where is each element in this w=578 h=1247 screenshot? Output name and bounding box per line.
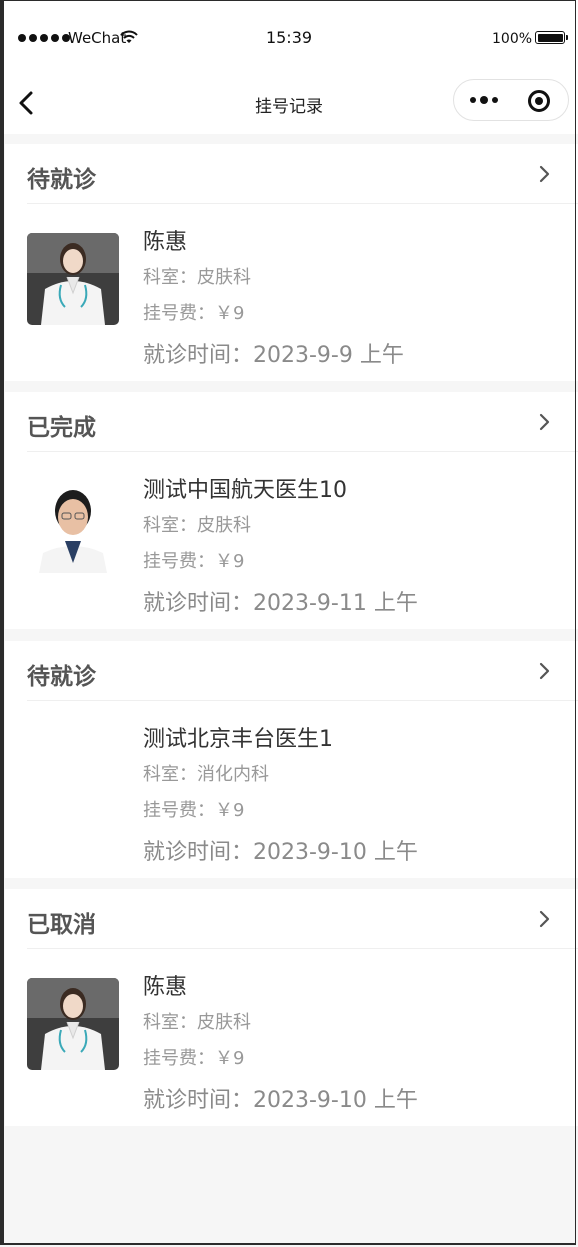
doctor-name: 测试北京丰台医生1 (143, 727, 333, 752)
record-header[interactable]: 待就诊 (5, 641, 578, 701)
doctor-name: 测试中国航天医生10 (143, 478, 347, 503)
registration-fee: 挂号费：￥9 (143, 551, 245, 572)
status-bar: WeChat 15:39 100% (0, 0, 578, 72)
record-header[interactable]: 已取消 (5, 889, 578, 949)
visit-time: 就诊时间：2023-9-9 上午 (143, 343, 404, 368)
record-status: 已取消 (27, 912, 96, 938)
more-dots-icon[interactable] (466, 90, 502, 110)
capsule-close-icon[interactable] (528, 90, 550, 112)
top-bar: WeChat 15:39 100% 挂号记录 (0, 0, 578, 134)
chevron-right-icon (539, 662, 550, 680)
doctor-name: 陈惠 (143, 230, 188, 255)
record-card[interactable]: 已取消 陈惠 科室：皮肤科 挂号费：￥9 就诊时间：2023-9-10 上午 (5, 889, 578, 1126)
doctor-avatar (27, 233, 119, 325)
record-status: 待就诊 (27, 664, 96, 690)
visit-time: 就诊时间：2023-9-11 上午 (143, 591, 418, 616)
chevron-right-icon (539, 165, 550, 183)
registration-fee: 挂号费：￥9 (143, 800, 245, 821)
divider (27, 451, 578, 452)
navigation-bar: 挂号记录 (0, 72, 578, 134)
record-status: 已完成 (27, 415, 96, 441)
doctor-avatar (27, 978, 119, 1070)
registration-fee: 挂号费：￥9 (143, 303, 245, 324)
visit-time: 就诊时间：2023-9-10 上午 (143, 840, 418, 865)
department: 科室：皮肤科 (143, 515, 251, 536)
mini-program-capsule (453, 79, 569, 121)
divider (27, 948, 578, 949)
battery-percent: 100% (492, 31, 533, 47)
record-status: 待就诊 (27, 167, 96, 193)
visit-time: 就诊时间：2023-9-10 上午 (143, 1088, 418, 1113)
divider (27, 700, 578, 701)
department: 科室：消化内科 (143, 764, 269, 785)
department: 科室：皮肤科 (143, 1012, 251, 1033)
record-header[interactable]: 待就诊 (5, 144, 578, 204)
divider (27, 203, 578, 204)
department: 科室：皮肤科 (143, 267, 251, 288)
record-header[interactable]: 已完成 (5, 392, 578, 452)
registration-fee: 挂号费：￥9 (143, 1048, 245, 1069)
record-card[interactable]: 待就诊 陈惠 科室：皮肤科 挂号费：￥9 就诊时间：2023-9-9 上午 (5, 144, 578, 381)
chevron-right-icon (539, 413, 550, 431)
doctor-name: 陈惠 (143, 975, 188, 1000)
chevron-right-icon (539, 910, 550, 928)
record-card[interactable]: 已完成 测试中国航天医生10 科室：皮肤科 挂号费：￥9 就诊时间：2023-9… (5, 392, 578, 629)
battery-icon (535, 31, 565, 44)
record-card[interactable]: 待就诊 测试北京丰台医生1 科室：消化内科 挂号费：￥9 就诊时间：2023-9… (5, 641, 578, 878)
doctor-avatar (27, 481, 119, 573)
